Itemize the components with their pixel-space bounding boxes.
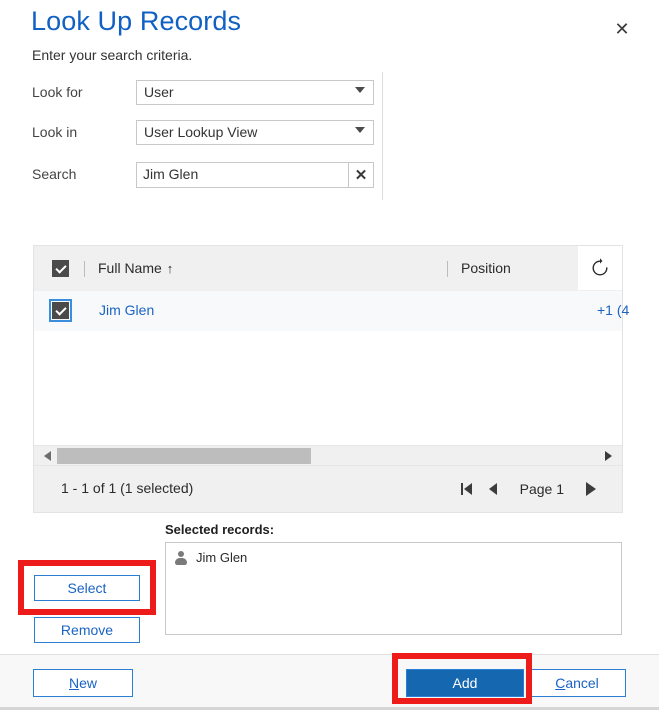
- record-count-label: 1 - 1 of 1 (1 selected): [61, 480, 194, 496]
- column-header-full-name[interactable]: Full Name ↑: [98, 260, 173, 276]
- look-in-label: Look in: [32, 124, 78, 140]
- scroll-left-icon[interactable]: [44, 451, 51, 461]
- column-header-full-name-label: Full Name: [98, 260, 162, 276]
- dialog-header: Look Up Records Enter your search criter…: [0, 0, 659, 70]
- clear-search-icon[interactable]: ✕: [348, 162, 374, 188]
- row-full-name[interactable]: Jim Glen: [99, 302, 154, 318]
- grid-pager: 1 - 1 of 1 (1 selected) Page 1: [34, 465, 622, 512]
- look-for-label: Look for: [32, 84, 83, 100]
- look-in-value: User Lookup View: [144, 124, 258, 140]
- search-input[interactable]: Jim Glen ✕: [136, 162, 374, 188]
- chevron-down-icon: [355, 87, 365, 93]
- horizontal-scrollbar[interactable]: [34, 445, 622, 466]
- look-in-select[interactable]: User Lookup View: [136, 120, 374, 145]
- grid-header-row: Full Name↑ Position I: [34, 246, 622, 292]
- search-row: Search Jim Glen ✕: [32, 162, 374, 188]
- dialog-subtitle: Enter your search criteria.: [32, 47, 193, 63]
- search-input-value: Jim Glen: [143, 166, 199, 182]
- sort-ascending-icon: ↑: [166, 261, 174, 276]
- selected-record-name: Jim Glen: [196, 550, 248, 565]
- person-icon: [174, 550, 188, 565]
- cancel-button[interactable]: Cancel: [528, 669, 626, 697]
- page-title: Look Up Records: [31, 6, 242, 36]
- selected-records-panel[interactable]: Jim Glen: [165, 542, 622, 635]
- header-divider: [84, 261, 85, 277]
- refresh-icon[interactable]: [578, 246, 622, 290]
- column-header-position[interactable]: Position: [461, 260, 511, 276]
- header-divider: [447, 261, 448, 277]
- select-all-checkbox[interactable]: [52, 260, 69, 277]
- cancel-button-label: ancel: [565, 675, 599, 691]
- remove-button[interactable]: Remove: [34, 617, 140, 643]
- select-button[interactable]: Select: [34, 575, 140, 601]
- dialog-footer: New Add Cancel: [0, 654, 659, 710]
- pager-navigation: Page 1: [454, 478, 604, 500]
- row-select-checkbox[interactable]: [49, 299, 72, 322]
- row-phone-truncated: +1 (4: [597, 302, 630, 318]
- add-button[interactable]: Add: [406, 669, 524, 697]
- close-icon[interactable]: ✕: [611, 18, 633, 40]
- previous-page-icon[interactable]: [480, 478, 506, 500]
- chevron-down-icon: [355, 127, 365, 133]
- results-grid: Full Name↑ Position I Jim Glen +1 (4 1 -…: [33, 245, 629, 513]
- new-button[interactable]: New: [33, 669, 133, 697]
- search-criteria-section: Look for User Look in User Lookup View S…: [0, 72, 659, 200]
- column-header-position-label: Position: [461, 260, 511, 276]
- table-row[interactable]: Jim Glen +1 (4: [34, 291, 629, 332]
- criteria-divider: [382, 72, 383, 200]
- new-button-accel: N: [68, 675, 80, 691]
- new-button-label: ew: [79, 675, 98, 691]
- selected-records-label: Selected records:: [165, 522, 275, 537]
- look-in-row: Look in User Lookup View: [32, 120, 374, 146]
- list-item[interactable]: Jim Glen: [174, 550, 247, 565]
- next-page-icon[interactable]: [578, 478, 604, 500]
- look-for-select[interactable]: User: [136, 80, 374, 105]
- page-number-label: Page 1: [519, 481, 564, 497]
- scrollbar-thumb[interactable]: [57, 448, 311, 464]
- cancel-button-accel: C: [555, 675, 566, 691]
- search-label: Search: [32, 166, 77, 182]
- first-page-icon[interactable]: [454, 478, 480, 500]
- scroll-right-icon[interactable]: [605, 451, 612, 461]
- look-for-row: Look for User: [32, 80, 374, 106]
- look-for-value: User: [144, 84, 174, 100]
- grid-empty-area: [34, 331, 622, 444]
